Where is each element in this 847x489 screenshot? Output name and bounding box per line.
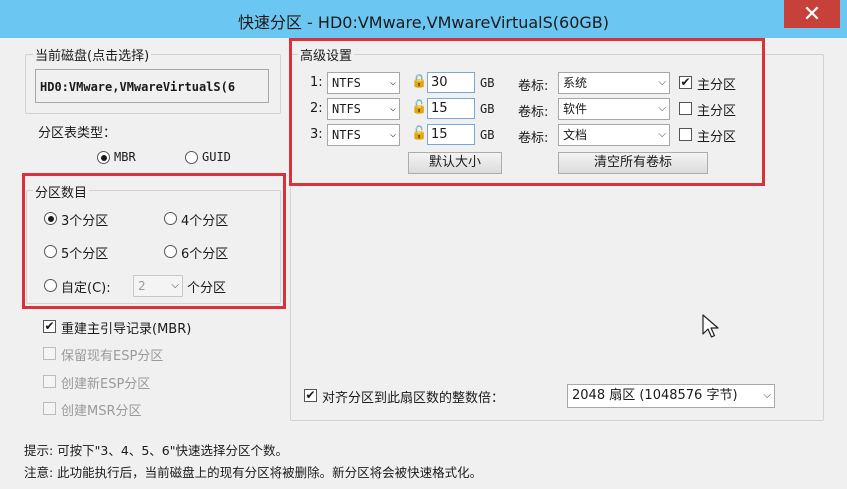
row-2-vol-label-text: 卷标: xyxy=(518,105,549,120)
chevron-down-icon: ⌵ xyxy=(658,129,666,140)
radio-custom-label: 自定(C): xyxy=(61,281,111,296)
keep-esp-label: 保留现有ESP分区 xyxy=(61,349,164,364)
hint-warning: 注意: 此功能执行后，当前磁盘上的现有分区将被删除。新分区将会被快速格式化。 xyxy=(24,465,483,480)
row-1-vol-label-text: 卷标: xyxy=(518,79,549,94)
chevron-down-icon: ⌵ xyxy=(763,390,771,401)
clear-labels-button[interactable]: 清空所有卷标 xyxy=(558,152,708,174)
chevron-down-icon: ⌵ xyxy=(389,129,396,140)
row-1-primary-checkbox[interactable]: ✔ xyxy=(679,76,692,89)
rebuild-mbr-checkbox[interactable]: ✔ xyxy=(43,320,56,333)
row-1-vol-label-select[interactable]: 系统 ⌵ xyxy=(558,72,670,94)
radio-guid[interactable] xyxy=(185,151,198,164)
row-3-vol-label-select[interactable]: 文档 ⌵ xyxy=(558,124,670,146)
close-button[interactable]: ✕ xyxy=(784,0,840,28)
hint-tip: 提示: 可按下"3、4、5、6"快速选择分区个数。 xyxy=(24,443,288,458)
create-msr-label: 创建MSR分区 xyxy=(61,404,142,419)
row-2-size-input[interactable]: 15 xyxy=(427,98,475,119)
row-1-unit: GB xyxy=(480,76,495,90)
align-label: 对齐分区到此扇区数的整数倍： xyxy=(322,391,505,406)
lock-open-icon[interactable]: 🔓 xyxy=(411,126,427,141)
lock-closed-icon[interactable]: 🔒 xyxy=(411,74,427,89)
radio-6-partitions[interactable] xyxy=(164,245,177,258)
create-msr-checkbox[interactable] xyxy=(43,402,56,415)
row-3-primary-label: 主分区 xyxy=(697,130,737,145)
radio-mbr[interactable] xyxy=(97,151,110,164)
default-size-button[interactable]: 默认大小 xyxy=(408,152,502,174)
row-2-index: 2: xyxy=(310,101,323,116)
partition-table-label: 分区表类型： xyxy=(38,126,117,141)
chevron-down-icon: ⌵ xyxy=(658,77,666,88)
radio-5-label: 5个分区 xyxy=(61,247,109,262)
chevron-down-icon: ⌵ xyxy=(389,77,396,88)
mouse-cursor-icon xyxy=(702,314,719,338)
align-checkbox[interactable]: ✔ xyxy=(304,389,317,402)
custom-count-select[interactable]: 2 ⌵ xyxy=(133,275,183,297)
row-3-vol-label-text: 卷标: xyxy=(518,131,549,146)
chevron-down-icon: ⌵ xyxy=(171,280,179,291)
radio-4-partitions[interactable] xyxy=(164,212,177,225)
lock-open-icon[interactable]: 🔓 xyxy=(411,100,427,115)
rebuild-mbr-label: 重建主引导记录(MBR) xyxy=(61,322,192,337)
row-3-size-input[interactable]: 15 xyxy=(427,124,475,145)
advanced-label: 高级设置 xyxy=(298,45,355,64)
row-3-unit: GB xyxy=(480,128,495,142)
close-icon: ✕ xyxy=(802,1,822,27)
radio-4-label: 4个分区 xyxy=(181,214,229,229)
row-2-primary-label: 主分区 xyxy=(697,104,737,119)
radio-mbr-label: MBR xyxy=(114,150,136,164)
create-esp-checkbox[interactable] xyxy=(43,375,56,388)
keep-esp-checkbox[interactable] xyxy=(43,347,56,360)
row-3-index: 3: xyxy=(310,127,323,142)
align-select[interactable]: 2048 扇区 (1048576 字节) ⌵ xyxy=(567,384,775,408)
row-2-primary-checkbox[interactable] xyxy=(679,102,692,115)
disk-selector[interactable]: HD0:VMware,VMwareVirtualS(6 xyxy=(35,69,269,103)
radio-3-label: 3个分区 xyxy=(61,214,109,229)
row-1-primary-label: 主分区 xyxy=(697,78,737,93)
row-2-unit: GB xyxy=(480,102,495,116)
create-esp-label: 创建新ESP分区 xyxy=(61,377,151,392)
row-1-size-input[interactable]: 30 xyxy=(427,72,475,93)
custom-count-suffix: 个分区 xyxy=(187,281,227,296)
row-2-fs-select[interactable]: NTFS ⌵ xyxy=(327,98,400,120)
row-1-fs-select[interactable]: NTFS ⌵ xyxy=(327,72,400,94)
window-title: 快速分区 - HD0:VMware,VMwareVirtualS(60GB) xyxy=(237,13,610,32)
chevron-down-icon: ⌵ xyxy=(389,103,396,114)
row-3-fs-select[interactable]: NTFS ⌵ xyxy=(327,124,400,146)
radio-5-partitions[interactable] xyxy=(44,245,57,258)
chevron-down-icon: ⌵ xyxy=(658,103,666,114)
radio-guid-label: GUID xyxy=(202,150,231,164)
radio-custom[interactable] xyxy=(44,279,57,292)
row-1-index: 1: xyxy=(310,75,323,90)
partition-count-label: 分区数目 xyxy=(33,182,90,201)
row-2-vol-label-select[interactable]: 软件 ⌵ xyxy=(558,98,670,120)
radio-3-partitions[interactable] xyxy=(44,212,57,225)
row-3-primary-checkbox[interactable] xyxy=(679,128,692,141)
disk-group-label: 当前磁盘(点击选择) xyxy=(33,45,152,64)
radio-6-label: 6个分区 xyxy=(181,247,229,262)
